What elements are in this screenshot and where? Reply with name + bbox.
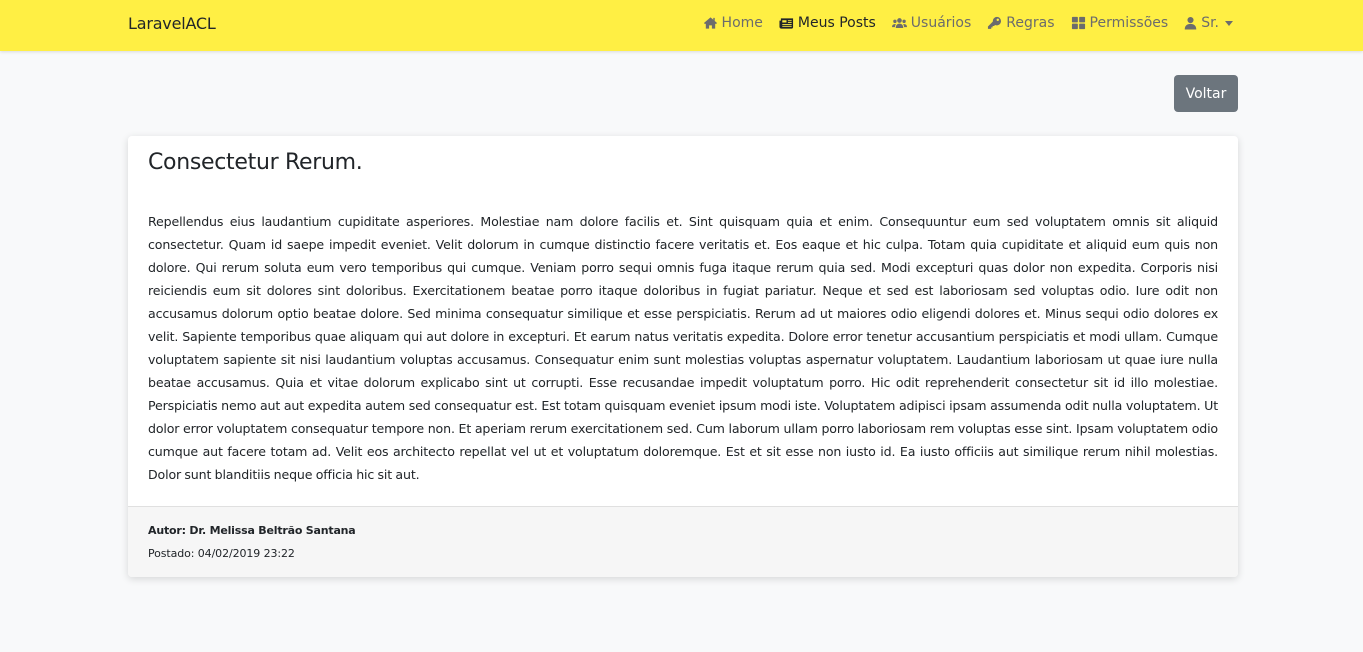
home-icon — [703, 17, 717, 29]
user-icon — [1184, 16, 1197, 30]
chevron-down-icon — [1225, 20, 1233, 26]
nav-item-label: Usuários — [910, 15, 972, 31]
nav-item-label: Sr. — [1201, 15, 1219, 31]
top-navbar: LaravelACL Home Meus Posts Usuários Regr… — [0, 0, 1363, 51]
post-title: Consectetur Rerum. — [148, 150, 363, 175]
nav-item-meus-posts[interactable]: Meus Posts — [779, 15, 876, 31]
nav-item-regras[interactable]: Regras — [987, 15, 1055, 31]
nav-item-home[interactable]: Home — [703, 15, 763, 31]
post-body: Repellendus eius laudantium cupiditate a… — [148, 214, 1218, 482]
post-footer: Autor: Dr. Melissa Beltrão Santana Posta… — [128, 506, 1238, 577]
nav-menu: Home Meus Posts Usuários Regras Permissõ… — [687, 13, 1233, 33]
nav-item-label: Home — [721, 15, 763, 31]
nav-item-label: Meus Posts — [797, 15, 876, 31]
post-author: Autor: Dr. Melissa Beltrão Santana — [148, 524, 356, 537]
brand-logo[interactable]: LaravelACL — [128, 14, 216, 34]
nav-item-user-dropdown[interactable]: Sr. — [1184, 15, 1233, 31]
nav-item-label: Permissões — [1089, 15, 1169, 31]
post-card: Consectetur Rerum. Repellendus eius laud… — [128, 136, 1238, 577]
post-date: Postado: 04/02/2019 23:22 — [148, 547, 295, 560]
users-icon — [891, 18, 907, 28]
nav-item-permissoes[interactable]: Permissões — [1071, 15, 1169, 31]
nav-item-label: Regras — [1006, 15, 1055, 31]
key-icon — [988, 16, 1002, 29]
newspaper-icon — [779, 18, 793, 29]
nav-item-usuarios[interactable]: Usuários — [891, 15, 972, 31]
grid-icon — [1071, 16, 1085, 30]
back-button[interactable]: Voltar — [1174, 75, 1238, 112]
